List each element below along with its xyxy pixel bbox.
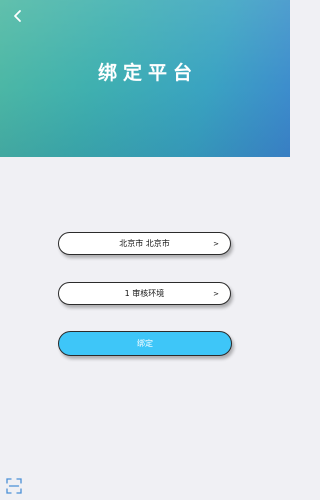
city-selector-label: 北京市 北京市 xyxy=(119,239,170,248)
bind-button-label: 绑定 xyxy=(137,339,153,348)
environment-selector[interactable]: 1 审核环境 > xyxy=(58,282,231,305)
city-selector[interactable]: 北京市 北京市 > xyxy=(58,232,231,255)
back-button[interactable] xyxy=(6,4,30,28)
header-banner: 绑定平台 xyxy=(0,0,290,157)
scan-icon xyxy=(6,478,22,494)
environment-selector-arrow-icon: > xyxy=(213,289,219,298)
chevron-left-icon xyxy=(14,10,21,22)
environment-selector-label: 1 审核环境 xyxy=(124,289,165,298)
page-title: 绑定平台 xyxy=(97,62,198,84)
scan-button[interactable] xyxy=(6,478,22,494)
city-selector-arrow-icon: > xyxy=(213,239,219,248)
bind-button[interactable]: 绑定 xyxy=(58,331,232,356)
